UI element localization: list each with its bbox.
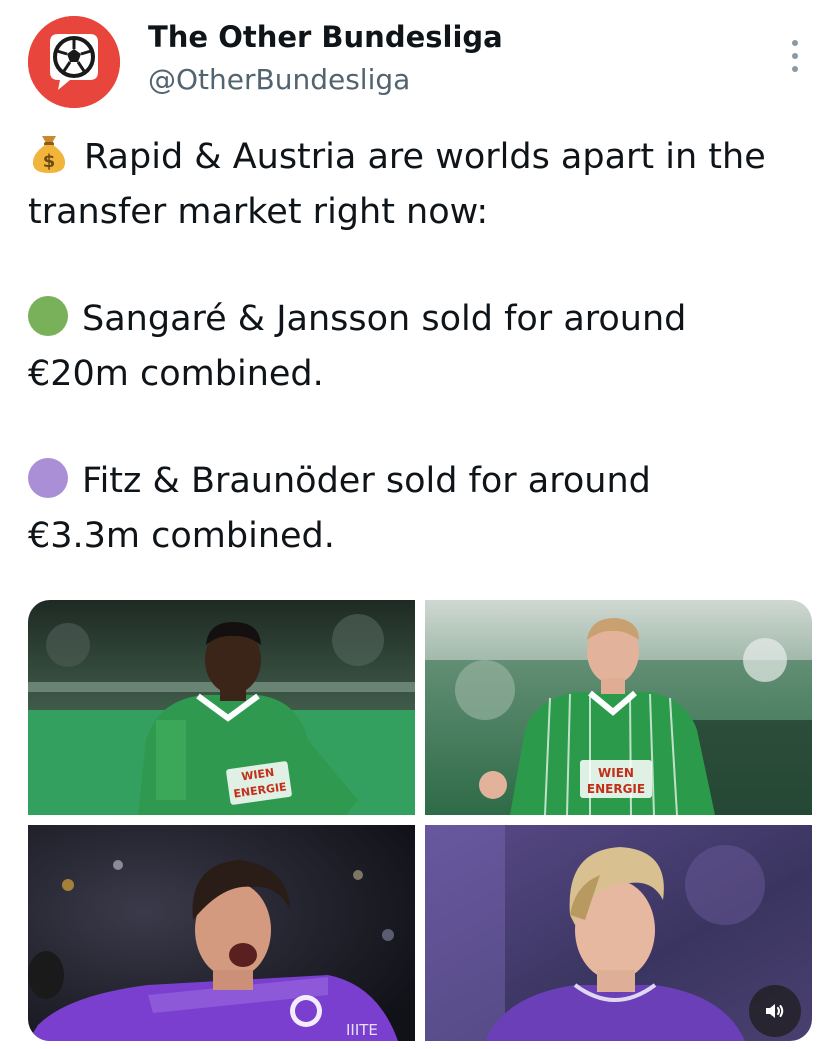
tweet-paragraph: Fitz & Braunöder sold for around €3.3m c… — [28, 454, 818, 564]
tweet-paragraph: $ Rapid & Austria are worlds apart in th… — [28, 130, 818, 240]
tweet-line: Fitz & Braunöder sold for around — [82, 461, 651, 501]
photo-rapid-player-2[interactable]: WIEN ENERGIE — [425, 600, 812, 815]
more-options-button[interactable] — [780, 34, 810, 78]
more-dot — [792, 66, 798, 72]
more-dot — [792, 53, 798, 59]
tweet-line: €3.3m combined. — [28, 516, 335, 556]
more-vertical-icon — [792, 40, 798, 46]
tweet-line: transfer market right now: — [28, 192, 489, 232]
speaker-volume-icon — [766, 1004, 784, 1018]
green-circle-emoji — [28, 296, 68, 336]
tweet-line: Sangaré & Jansson sold for around — [82, 299, 687, 339]
user-handle[interactable]: @OtherBundesliga — [148, 63, 410, 96]
photo-austria-player-1[interactable]: IIITE — [28, 825, 415, 1041]
svg-text:WIEN: WIEN — [598, 766, 634, 780]
tweet-line: €20m combined. — [28, 354, 324, 394]
svg-text:ENERGIE: ENERGIE — [587, 782, 645, 796]
tweet-header: The Other Bundesliga @OtherBundesliga — [0, 0, 828, 120]
audio-toggle-button[interactable] — [749, 985, 801, 1037]
soccer-ball-speech-bubble-icon — [28, 16, 120, 108]
avatar[interactable] — [28, 16, 120, 108]
display-name[interactable]: The Other Bundesliga — [148, 20, 503, 54]
tweet-line: Rapid & Austria are worlds apart in the — [84, 137, 766, 177]
media-grid: WIEN ENERGIE WIEN ENERGIE IIITE — [28, 600, 812, 1041]
photo-rapid-player-1[interactable]: WIEN ENERGIE — [28, 600, 415, 815]
tweet-paragraph: Sangaré & Jansson sold for around €20m c… — [28, 292, 818, 402]
money-bag-emoji: $ — [28, 130, 70, 174]
svg-text:IIITE: IIITE — [346, 1021, 378, 1039]
tweet-text: $ Rapid & Austria are worlds apart in th… — [28, 130, 818, 564]
svg-text:$: $ — [43, 151, 56, 172]
purple-circle-emoji — [28, 458, 68, 498]
